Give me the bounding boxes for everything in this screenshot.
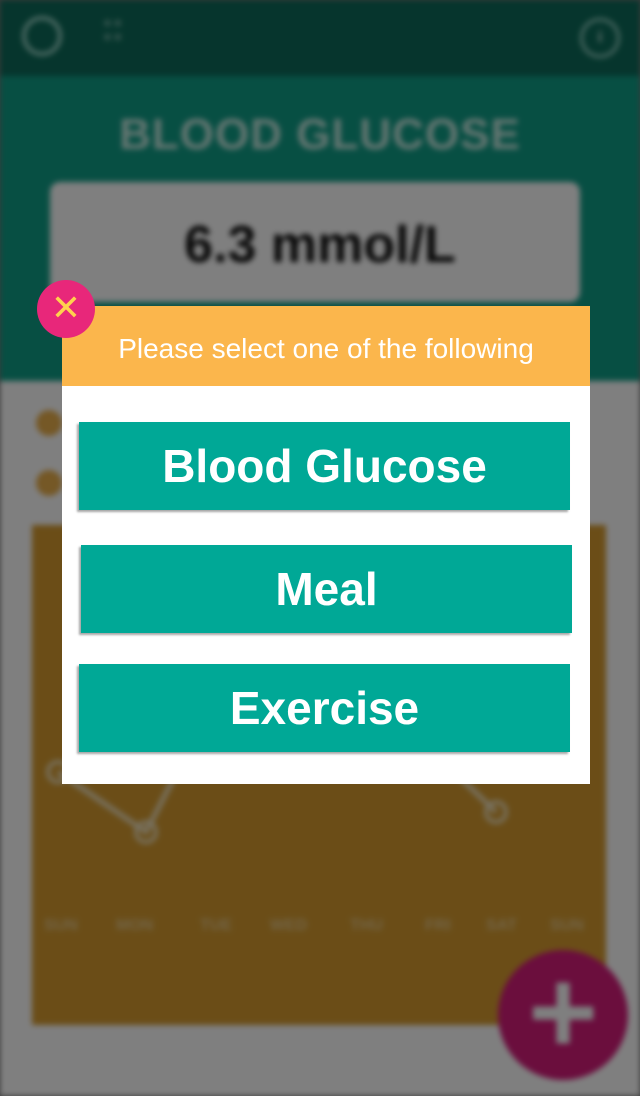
- blood-glucose-button[interactable]: Blood Glucose: [79, 422, 570, 510]
- dialog-title: Please select one of the following: [118, 333, 534, 364]
- close-icon[interactable]: ✕: [37, 280, 95, 338]
- exercise-button[interactable]: Exercise: [79, 664, 570, 752]
- entry-type-dialog: Please select one of the following Blood…: [62, 306, 590, 784]
- meal-button[interactable]: Meal: [81, 545, 572, 633]
- dialog-header: Please select one of the following: [62, 306, 590, 386]
